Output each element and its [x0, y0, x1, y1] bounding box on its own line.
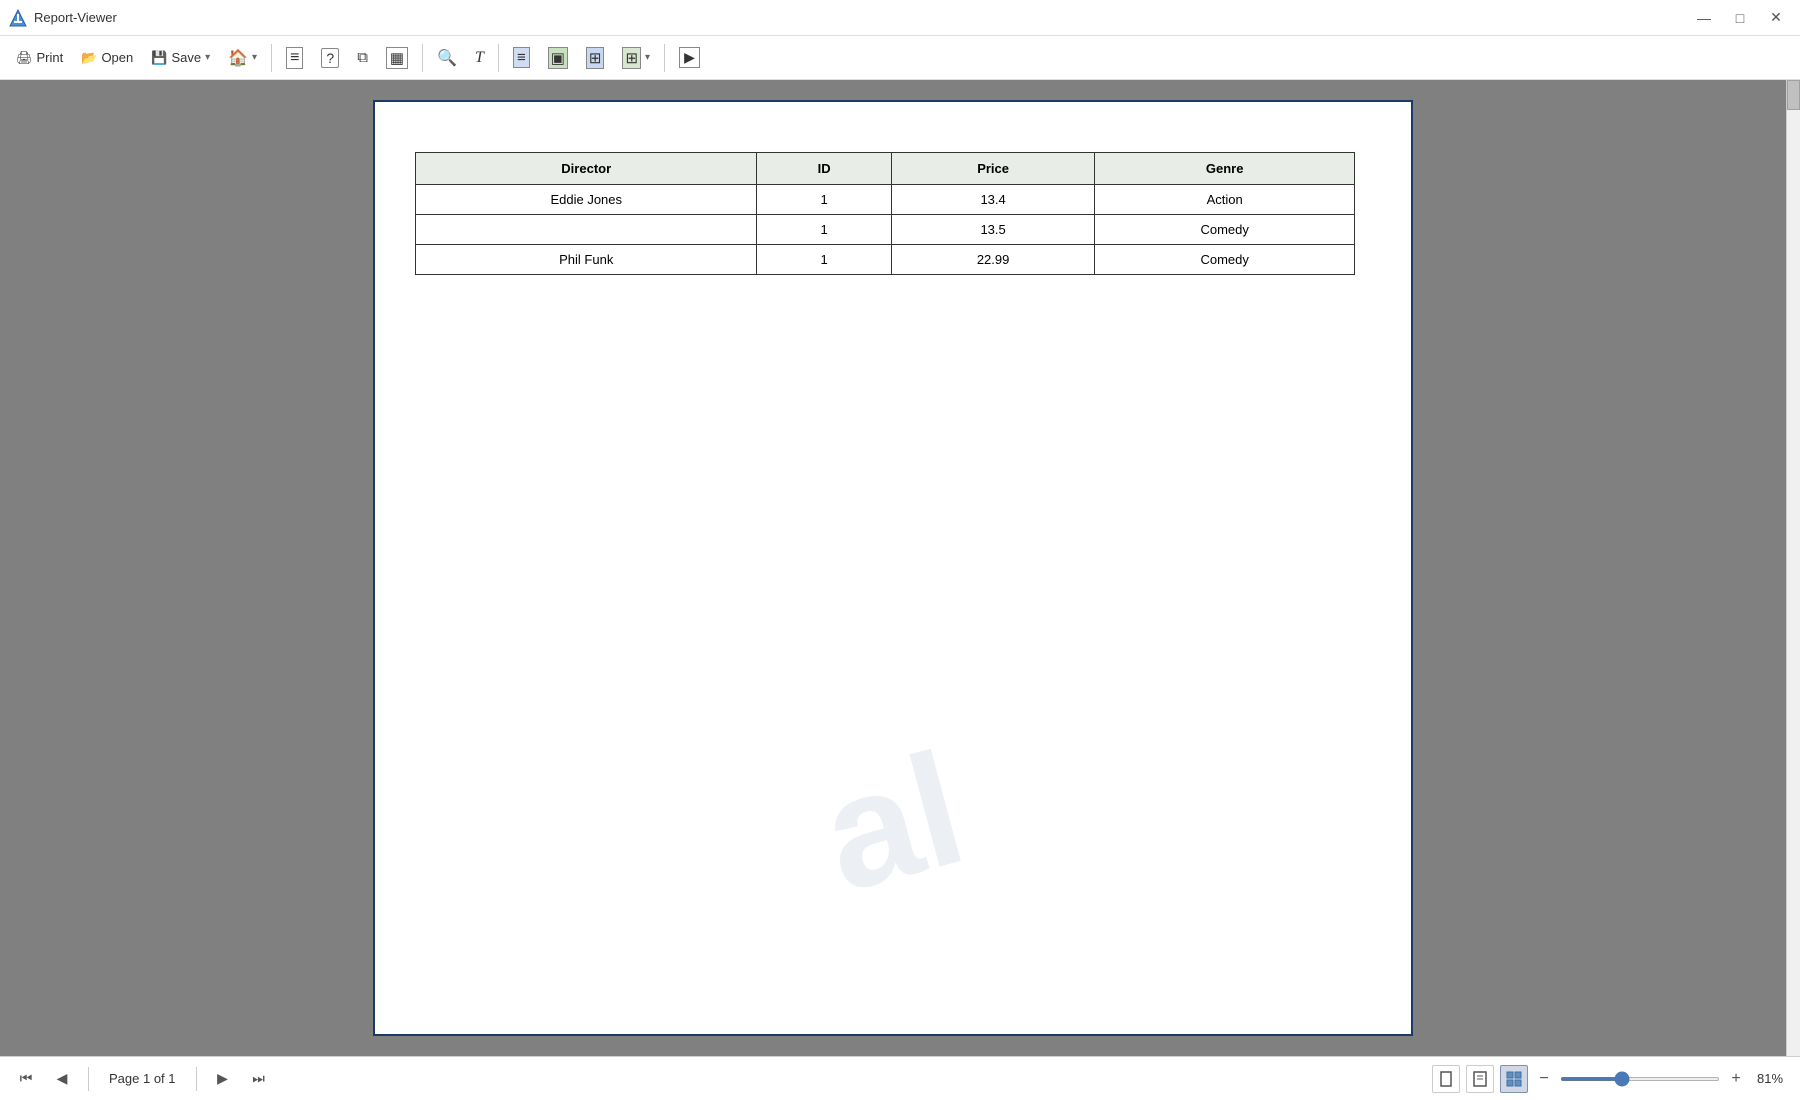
zoom-level: 81%: [1752, 1071, 1788, 1086]
save-icon: 💾: [151, 50, 167, 66]
find-icon: 🔍: [437, 48, 457, 68]
scrollbar-track[interactable]: [1787, 80, 1800, 1056]
first-page-button[interactable]: ⏮: [12, 1065, 40, 1093]
separator-4: [664, 44, 665, 72]
home-button[interactable]: 🏠 ▾: [220, 41, 265, 75]
single-page-icon: [1438, 1071, 1454, 1087]
scrollbar-thumb[interactable]: [1787, 80, 1800, 110]
open-icon: 📂: [81, 50, 97, 66]
table-row: Phil Funk122.99Comedy: [416, 245, 1355, 275]
table-cell: Comedy: [1095, 215, 1355, 245]
table-cell: 13.5: [891, 215, 1095, 245]
table-cell: 1: [757, 215, 891, 245]
maximize-button[interactable]: □: [1724, 6, 1756, 30]
zoom-slider[interactable]: [1560, 1077, 1720, 1081]
export-icon: ▶: [679, 47, 700, 68]
copy-icon: ⧉: [357, 49, 368, 66]
table-cell: 22.99: [891, 245, 1095, 275]
home-dropdown-arrow: ▾: [252, 52, 257, 63]
text-icon: T: [475, 49, 484, 67]
view1-icon: ≡: [513, 47, 530, 68]
header-genre: Genre: [1095, 153, 1355, 185]
grid-view-icon: [1506, 1071, 1522, 1087]
zoom-out-button[interactable]: −: [1534, 1069, 1554, 1089]
save-button[interactable]: 💾 Save ▾: [143, 41, 218, 75]
table-cell: Eddie Jones: [416, 185, 757, 215]
save-label: Save: [171, 50, 201, 65]
copy-icon-button[interactable]: ⧉: [349, 41, 376, 75]
table-cell: 1: [757, 245, 891, 275]
home-icon: 🏠: [228, 48, 248, 68]
right-scrollbar[interactable]: [1786, 80, 1800, 1056]
print-label: Print: [37, 50, 64, 65]
help-icon: ?: [321, 48, 339, 68]
app-title: Report-Viewer: [34, 10, 1688, 25]
table-cell: Comedy: [1095, 245, 1355, 275]
page-info: Page 1 of 1: [109, 1071, 176, 1086]
watermark: al: [805, 716, 982, 928]
fit-page-button[interactable]: [1466, 1065, 1494, 1093]
status-right: − + 81%: [1432, 1065, 1788, 1093]
page-icon: ≡: [286, 47, 303, 69]
status-bar: ⏮ ◀ Page 1 of 1 ▶ ⏭ − +: [0, 1056, 1800, 1100]
table-header-row: Director ID Price Genre: [416, 153, 1355, 185]
view3-button[interactable]: ⊞: [578, 41, 613, 75]
last-page-button[interactable]: ⏭: [245, 1065, 273, 1093]
single-page-button[interactable]: [1432, 1065, 1460, 1093]
next-page-button[interactable]: ▶: [209, 1065, 237, 1093]
separator-3: [498, 44, 499, 72]
title-bar: Report-Viewer — □ ✕: [0, 0, 1800, 36]
header-director: Director: [416, 153, 757, 185]
report-table: Director ID Price Genre Eddie Jones113.4…: [415, 152, 1355, 275]
toolbar: 🖨 Print 📂 Open 💾 Save ▾ 🏠 ▾ ≡ ? ⧉ ▦ 🔍 T …: [0, 36, 1800, 80]
layout-icon: ▦: [386, 47, 408, 69]
open-button[interactable]: 📂 Open: [73, 41, 141, 75]
window-controls: — □ ✕: [1688, 6, 1792, 30]
view4-icon: ⊞: [622, 47, 641, 69]
table-row: 113.5Comedy: [416, 215, 1355, 245]
table-cell: [416, 215, 757, 245]
print-button[interactable]: 🖨 Print: [8, 41, 71, 75]
nav-separator-1: [88, 1067, 89, 1091]
fit-page-icon: [1472, 1071, 1488, 1087]
view1-button[interactable]: ≡: [505, 41, 538, 75]
find-button[interactable]: 🔍: [429, 41, 465, 75]
page-icon-button[interactable]: ≡: [278, 41, 311, 75]
print-icon: 🖨: [16, 50, 33, 66]
minimize-button[interactable]: —: [1688, 6, 1720, 30]
close-button[interactable]: ✕: [1760, 6, 1792, 30]
header-id: ID: [757, 153, 891, 185]
separator-1: [271, 44, 272, 72]
app-logo: [8, 8, 28, 28]
nav-separator-2: [196, 1067, 197, 1091]
view2-icon: ▣: [548, 47, 568, 69]
grid-view-button[interactable]: [1500, 1065, 1528, 1093]
export-button[interactable]: ▶: [671, 41, 708, 75]
viewer-area[interactable]: Director ID Price Genre Eddie Jones113.4…: [0, 80, 1786, 1056]
separator-2: [422, 44, 423, 72]
view3-icon: ⊞: [586, 47, 605, 69]
table-cell: 1: [757, 185, 891, 215]
layout-icon-button[interactable]: ▦: [378, 41, 416, 75]
view4-dropdown-arrow: ▾: [645, 52, 650, 63]
table-cell: 13.4: [891, 185, 1095, 215]
view4-button[interactable]: ⊞ ▾: [614, 41, 658, 75]
table-cell: Phil Funk: [416, 245, 757, 275]
view2-button[interactable]: ▣: [540, 41, 576, 75]
main-area: Director ID Price Genre Eddie Jones113.4…: [0, 80, 1800, 1056]
save-dropdown-arrow: ▾: [205, 52, 210, 63]
header-price: Price: [891, 153, 1095, 185]
text-button[interactable]: T: [467, 41, 492, 75]
zoom-in-button[interactable]: +: [1726, 1069, 1746, 1089]
page-document: Director ID Price Genre Eddie Jones113.4…: [373, 100, 1413, 1036]
table-row: Eddie Jones113.4Action: [416, 185, 1355, 215]
table-cell: Action: [1095, 185, 1355, 215]
help-icon-button[interactable]: ?: [313, 41, 347, 75]
open-label: Open: [101, 50, 133, 65]
prev-page-button[interactable]: ◀: [48, 1065, 76, 1093]
